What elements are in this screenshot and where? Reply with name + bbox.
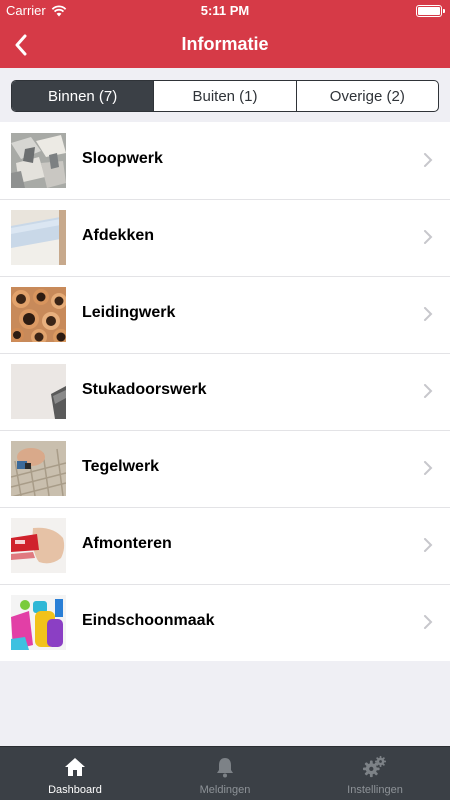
list-item-label: Eindschoonmaak <box>82 612 215 629</box>
chevron-right-icon <box>424 461 433 475</box>
list-item-label: Afdekken <box>82 227 155 244</box>
list-item-tegelwerk[interactable]: Tegelwerk <box>0 430 450 507</box>
battery-icon <box>416 5 445 17</box>
navigation-bar: Informatie <box>0 22 450 68</box>
list-item-label: Sloopwerk <box>82 150 163 167</box>
list-item-label: Afmonteren <box>82 535 172 552</box>
list-item-label: Tegelwerk <box>82 458 160 475</box>
tab-label: Instellingen <box>347 784 403 796</box>
plaster-wall-thumbnail <box>11 364 66 419</box>
list-item-label: Stukadoorswerk <box>82 381 207 398</box>
tab-label: Dashboard <box>48 784 102 796</box>
demolition-debris-thumbnail <box>11 133 66 188</box>
status-bar: Carrier 5:11 PM <box>0 0 450 22</box>
bell-icon <box>213 755 237 779</box>
tab-bar: Dashboard Meldingen Instellingen <box>0 746 450 800</box>
segment-buiten[interactable]: Buiten (1) <box>153 81 295 111</box>
chevron-right-icon <box>424 307 433 321</box>
chevron-right-icon <box>424 538 433 552</box>
chevron-right-icon <box>424 384 433 398</box>
status-time: 5:11 PM <box>200 3 250 18</box>
copper-pipes-thumbnail <box>11 287 66 342</box>
segment-binnen[interactable]: Binnen (7) <box>12 81 154 111</box>
protective-cover-roll-thumbnail <box>11 210 66 265</box>
home-icon <box>63 755 87 779</box>
fitting-hand-thumbnail <box>11 518 66 573</box>
chevron-right-icon <box>424 153 433 167</box>
segment-bar: Binnen (7) Buiten (1) Overige (2) <box>0 68 450 122</box>
list-item-label: Leidingwerk <box>82 304 176 321</box>
list-item-leidingwerk[interactable]: Leidingwerk <box>0 276 450 353</box>
list-item-afmonteren[interactable]: Afmonteren <box>0 507 450 584</box>
segment-overige[interactable]: Overige (2) <box>295 81 438 111</box>
list-item-stukadoorswerk[interactable]: Stukadoorswerk <box>0 353 450 430</box>
tab-instellingen[interactable]: Instellingen <box>300 747 450 800</box>
page-title: Informatie <box>181 34 269 54</box>
tiling-hand-thumbnail <box>11 441 66 496</box>
tab-meldingen[interactable]: Meldingen <box>150 747 300 800</box>
segmented-control: Binnen (7) Buiten (1) Overige (2) <box>11 80 439 112</box>
gears-icon <box>363 755 387 779</box>
tab-label: Meldingen <box>199 784 251 796</box>
chevron-right-icon <box>424 615 433 629</box>
tab-dashboard[interactable]: Dashboard <box>0 747 150 800</box>
chevron-right-icon <box>424 230 433 244</box>
list-item-eindschoonmaak[interactable]: Eindschoonmaak <box>0 584 450 661</box>
list-item-afdekken[interactable]: Afdekken <box>0 199 450 276</box>
category-list: Sloopwerk Afdekken Leidingwerk Stukadoor… <box>0 122 450 661</box>
cleaning-supplies-thumbnail <box>11 595 66 650</box>
list-item-sloopwerk[interactable]: Sloopwerk <box>0 122 450 199</box>
